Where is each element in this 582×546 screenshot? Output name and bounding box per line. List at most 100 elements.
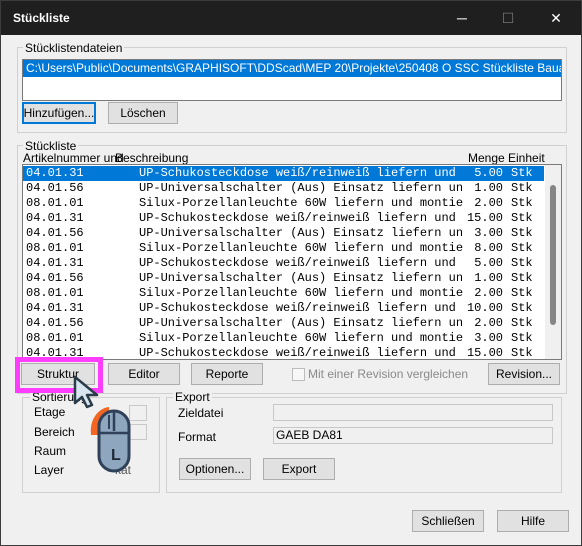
add-button[interactable]: Hinzufügen... (22, 102, 96, 124)
sort-item-floor[interactable]: Etage (34, 405, 65, 419)
export-group-label: Export (173, 390, 212, 404)
row-quantity: 15.00 (466, 211, 503, 225)
left-click-mouse-icon (90, 407, 131, 473)
row-article: 08.01.01 (26, 196, 84, 210)
row-quantity: 3.00 (474, 331, 503, 345)
sort-item-layer[interactable]: Layer (34, 463, 64, 477)
table-row[interactable]: 04.01.31 UP-Schukosteckdose weiß/reinweiß… (23, 256, 544, 271)
row-description: UP-Universalschalter (Aus) Einsatz liefe… (139, 181, 464, 195)
row-article: 08.01.01 (26, 331, 84, 345)
row-unit: Stk (511, 181, 533, 195)
row-quantity: 2.00 (474, 286, 503, 300)
row-quantity: 2.00 (474, 316, 503, 330)
reports-button[interactable]: Reporte (191, 363, 263, 385)
export-button[interactable]: Export (263, 458, 335, 480)
table-row[interactable]: 04.01.56 UP-Universalschalter (Aus) Einsa… (23, 271, 544, 286)
compare-revision-checkbox[interactable] (292, 368, 305, 381)
target-file-label: Zieldatei (178, 406, 224, 420)
target-file-input[interactable] (273, 404, 553, 421)
bom-list[interactable]: 04.01.31 UP-Schukosteckdose weiß/reinweiß… (22, 164, 562, 360)
file-list-item[interactable]: C:\Users\Public\Documents\GRAPHISOFT\DDS… (23, 60, 561, 77)
table-row[interactable]: 08.01.01 Silux-Porzellanleuchte 60W liefe… (23, 286, 544, 301)
table-row[interactable]: 04.01.31 UP-Schukosteckdose weiß/reinweiß… (23, 166, 544, 181)
revision-button[interactable]: Revision... (488, 363, 560, 385)
row-unit: Stk (511, 226, 533, 240)
close-icon[interactable]: ✕ (533, 1, 579, 35)
row-quantity: 5.00 (474, 256, 503, 270)
row-article: 08.01.01 (26, 286, 84, 300)
row-quantity: 2.00 (474, 196, 503, 210)
row-article: 04.01.56 (26, 316, 84, 330)
row-unit: Stk (511, 271, 533, 285)
window-title: Stückliste (13, 11, 70, 25)
row-quantity: 3.00 (474, 226, 503, 240)
sort-item-area[interactable]: Bereich (34, 425, 75, 439)
table-row[interactable]: 04.01.56 UP-Universalschalter (Aus) Einsa… (23, 181, 544, 196)
table-row[interactable]: 04.01.31 UP-Schukosteckdose weiß/reinweiß… (23, 301, 544, 316)
row-article: 04.01.31 (26, 211, 84, 225)
row-unit: Stk (511, 316, 533, 330)
row-description: Silux-Porzellanleuchte 60W liefern und m… (139, 286, 464, 300)
row-description: UP-Schukosteckdose weiß/reinweiß liefern… (139, 211, 456, 225)
row-unit: Stk (511, 331, 533, 345)
column-header-quantity[interactable]: Menge (468, 151, 505, 165)
row-description: UP-Universalschalter (Aus) Einsatz liefe… (139, 316, 464, 330)
row-description: Silux-Porzellanleuchte 60W liefern und m… (139, 331, 464, 345)
row-unit: Stk (511, 286, 533, 300)
row-quantity: 8.00 (474, 241, 503, 255)
row-quantity: 15.00 (466, 346, 503, 360)
row-article: 04.01.31 (26, 301, 84, 315)
row-unit: Stk (511, 346, 533, 360)
scrollbar-thumb[interactable] (550, 185, 556, 325)
column-header-unit[interactable]: Einheit (508, 151, 545, 165)
table-row[interactable]: 08.01.01 Silux-Porzellanleuchte 60W liefe… (23, 331, 544, 346)
row-article: 08.01.01 (26, 241, 84, 255)
table-row[interactable]: 04.01.56 UP-Universalschalter (Aus) Einsa… (23, 316, 544, 331)
table-row[interactable]: 04.01.56 UP-Universalschalter (Aus) Einsa… (23, 226, 544, 241)
row-article: 04.01.56 (26, 181, 84, 195)
close-button[interactable]: Schließen (412, 510, 484, 532)
row-unit: Stk (511, 196, 533, 210)
row-article: 04.01.56 (26, 226, 84, 240)
bom-dialog: Stückliste ─ ☐ ✕ Stücklistendateien C:\U… (0, 0, 582, 546)
row-article: 04.01.31 (26, 166, 84, 180)
row-description: Silux-Porzellanleuchte 60W liefern und m… (139, 241, 464, 255)
format-label: Format (178, 430, 217, 444)
list-scrollbar[interactable] (545, 165, 561, 359)
row-description: UP-Schukosteckdose weiß/reinweiß liefern… (139, 301, 456, 315)
delete-button[interactable]: Löschen (108, 102, 178, 124)
file-list[interactable]: C:\Users\Public\Documents\GRAPHISOFT\DDS… (22, 59, 562, 101)
row-article: 04.01.31 (26, 256, 84, 270)
format-value[interactable]: GAEB DA81 (273, 427, 553, 444)
maximize-icon: ☐ (501, 10, 515, 26)
compare-revision-label: Mit einer Revision vergleichen (308, 367, 469, 381)
table-row[interactable]: 08.01.01 Silux-Porzellanleuchte 60W liefe… (23, 196, 544, 211)
mouse-letter: L (111, 447, 121, 464)
row-article: 04.01.56 (26, 271, 84, 285)
row-description: UP-Universalschalter (Aus) Einsatz liefe… (139, 271, 464, 285)
files-group-label: Stücklistendateien (23, 41, 125, 55)
row-unit: Stk (511, 211, 533, 225)
row-unit: Stk (511, 256, 533, 270)
row-unit: Stk (511, 166, 533, 180)
row-quantity: 1.00 (474, 181, 503, 195)
row-description: UP-Schukosteckdose weiß/reinweiß liefern… (139, 346, 456, 360)
row-description: Silux-Porzellanleuchte 60W liefern und m… (139, 196, 464, 210)
row-description: UP-Schukosteckdose weiß/reinweiß liefern… (139, 256, 456, 270)
row-description: UP-Universalschalter (Aus) Einsatz liefe… (139, 226, 464, 240)
row-quantity: 10.00 (466, 301, 503, 315)
minimize-icon[interactable]: ─ (439, 1, 485, 35)
title-bar: Stückliste ─ ☐ ✕ (1, 1, 581, 35)
sort-item-room[interactable]: Raum (34, 444, 66, 458)
editor-button[interactable]: Editor (108, 363, 180, 385)
options-button[interactable]: Optionen... (179, 458, 251, 480)
row-unit: Stk (511, 301, 533, 315)
help-button[interactable]: Hilfe (497, 510, 569, 532)
table-row[interactable]: 08.01.01 Silux-Porzellanleuchte 60W liefe… (23, 241, 544, 256)
row-quantity: 5.00 (474, 166, 503, 180)
column-header-description[interactable]: Beschreibung (115, 151, 188, 165)
table-row[interactable]: 04.01.31 UP-Schukosteckdose weiß/reinweiß… (23, 211, 544, 226)
row-description: UP-Schukosteckdose weiß/reinweiß liefern… (139, 166, 456, 180)
row-unit: Stk (511, 241, 533, 255)
column-header-article[interactable]: Artikelnummer und (23, 151, 124, 165)
